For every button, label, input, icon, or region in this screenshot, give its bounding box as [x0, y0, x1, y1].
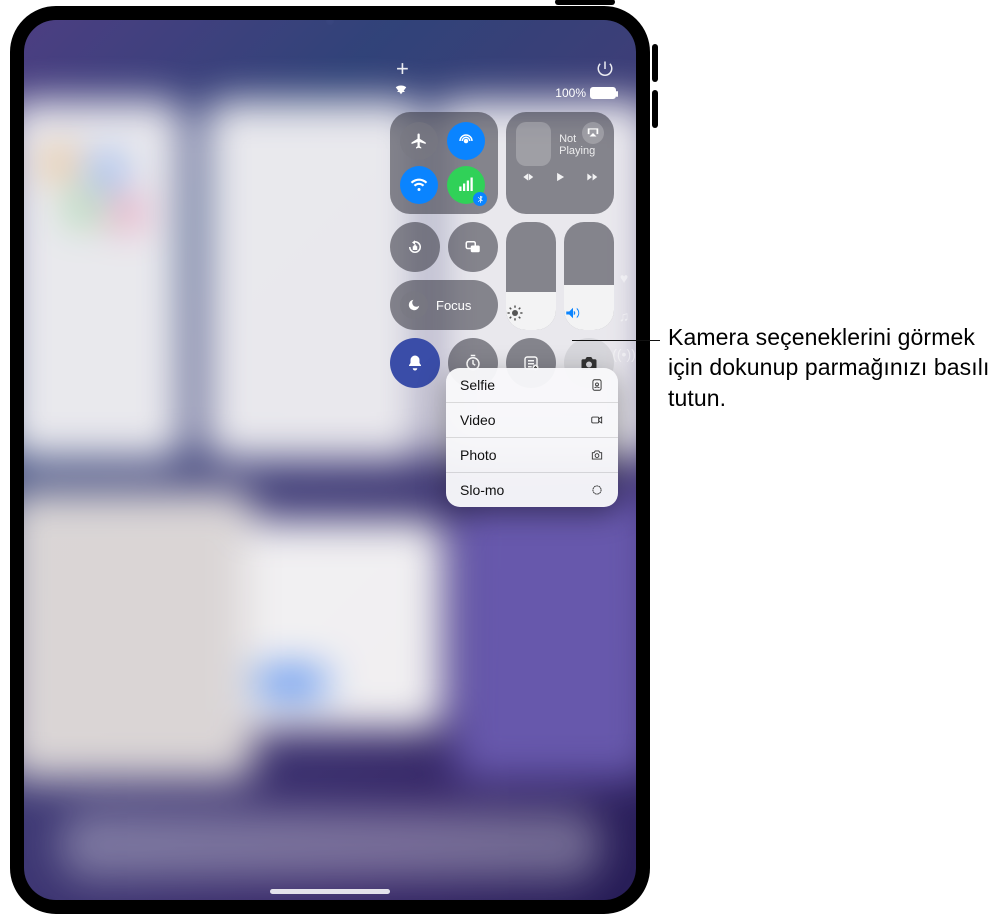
callout-line — [572, 340, 660, 341]
slomo-icon — [590, 483, 604, 497]
previous-track-button[interactable] — [521, 170, 535, 184]
volume-slider[interactable] — [564, 222, 614, 330]
ipad-frame: ♥ ♫ ((•)) + 100% — [10, 6, 650, 914]
power-icon[interactable] — [596, 60, 614, 78]
rotation-lock-icon — [406, 238, 424, 256]
battery-icon — [590, 87, 616, 99]
media-playback-tile[interactable]: Not Playing — [506, 112, 614, 214]
cellular-icon — [457, 176, 475, 194]
wifi-button[interactable] — [400, 166, 438, 204]
music-note-icon: ♫ — [619, 308, 630, 324]
home-indicator[interactable] — [270, 889, 390, 894]
selfie-icon — [590, 378, 604, 392]
hw-volume-down — [652, 90, 658, 128]
context-menu-item-selfie[interactable]: Selfie — [446, 368, 618, 403]
menu-item-label: Selfie — [460, 377, 495, 393]
now-playing-label: Not Playing — [559, 133, 604, 157]
add-icon[interactable]: + — [396, 58, 409, 80]
bluetooth-indicator-icon — [473, 192, 487, 206]
battery-status: 100% — [555, 86, 616, 100]
screen-mirroring-icon — [464, 238, 482, 256]
silent-mode-button[interactable] — [390, 338, 440, 388]
focus-button[interactable]: Focus — [390, 280, 498, 330]
control-center-header: + — [390, 58, 620, 80]
video-icon — [590, 413, 604, 427]
moon-icon — [400, 291, 428, 319]
heart-icon: ♥ — [620, 270, 628, 286]
hw-power-button — [555, 0, 615, 5]
screen-mirroring-button[interactable] — [448, 222, 498, 272]
connectivity-group[interactable] — [390, 112, 498, 214]
camera-context-menu: Selfie Video Photo Slo-mo — [446, 368, 618, 507]
callout-text: Kamera seçeneklerini görmek için dokunup… — [668, 322, 998, 413]
hw-volume-up — [652, 44, 658, 82]
play-button[interactable] — [553, 170, 567, 184]
airplane-mode-button[interactable] — [400, 122, 438, 160]
brightness-icon — [506, 304, 556, 322]
brightness-slider[interactable] — [506, 222, 556, 330]
rotation-lock-button[interactable] — [390, 222, 440, 272]
context-menu-item-slomo[interactable]: Slo-mo — [446, 473, 618, 507]
airdrop-icon — [457, 132, 475, 150]
battery-percent: 100% — [555, 86, 586, 100]
bell-icon — [406, 354, 424, 372]
power-icon-svg — [596, 60, 614, 78]
photo-icon — [590, 448, 604, 462]
airplane-icon — [410, 132, 428, 150]
airdrop-button[interactable] — [447, 122, 485, 160]
wifi-status-icon — [394, 82, 408, 92]
menu-item-label: Slo-mo — [460, 482, 504, 498]
cellular-button[interactable] — [447, 166, 485, 204]
wifi-icon — [410, 176, 428, 194]
volume-icon — [564, 304, 614, 322]
album-art-placeholder — [516, 122, 551, 166]
context-menu-item-video[interactable]: Video — [446, 403, 618, 438]
focus-label: Focus — [436, 298, 471, 313]
screen: ♥ ♫ ((•)) + 100% — [24, 20, 636, 900]
menu-item-label: Video — [460, 412, 496, 428]
menu-item-label: Photo — [460, 447, 497, 463]
next-track-button[interactable] — [585, 170, 599, 184]
context-menu-item-photo[interactable]: Photo — [446, 438, 618, 473]
media-controls — [516, 170, 604, 184]
